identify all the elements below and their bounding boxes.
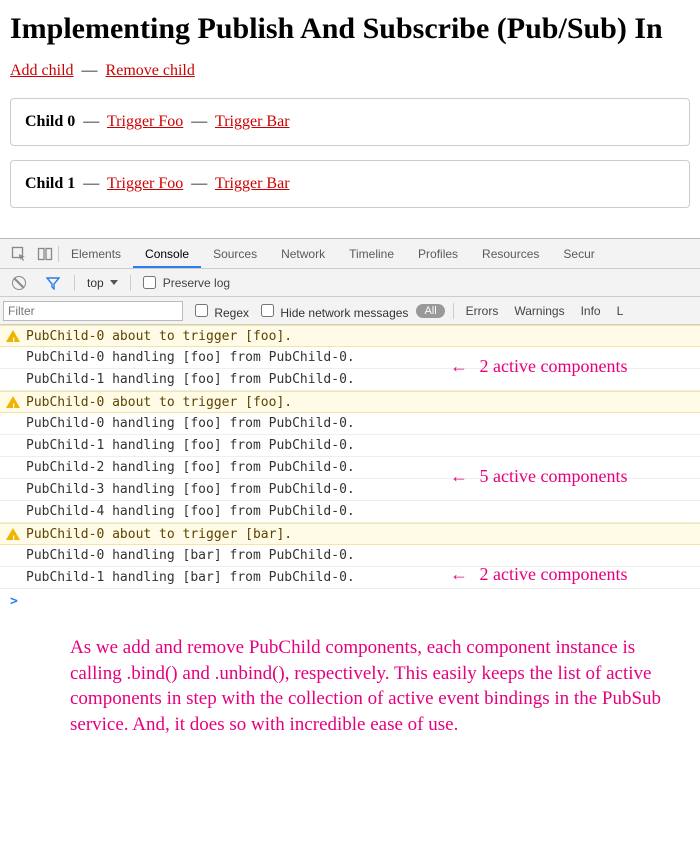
tab-sources[interactable]: Sources (201, 240, 269, 268)
preserve-log-label: Preserve log (163, 276, 230, 290)
divider (453, 303, 454, 319)
regex-checkbox[interactable] (195, 304, 208, 317)
hide-network-toggle[interactable]: Hide network messages (257, 301, 408, 320)
context-selector[interactable]: top (83, 276, 122, 290)
trigger-foo-link[interactable]: Trigger Foo (107, 113, 183, 130)
console-warning-row: PubChild-0 about to trigger [bar]. (0, 523, 700, 545)
console-log-row: PubChild-0 handling [foo] from PubChild-… (0, 413, 700, 435)
remove-child-link[interactable]: Remove child (106, 62, 195, 79)
level-info[interactable]: Info (577, 304, 605, 318)
separator: — (83, 113, 99, 130)
child-box-0: Child 0 — Trigger Foo — Trigger Bar (10, 98, 690, 146)
add-child-link[interactable]: Add child (10, 62, 74, 79)
console-log-row: PubChild-4 handling [foo] from PubChild-… (0, 501, 700, 523)
annotation-text: 2 active components (480, 564, 628, 584)
filter-input[interactable] (3, 301, 183, 321)
console-toolbar: top Preserve log (0, 269, 700, 297)
dock-icon[interactable] (32, 240, 58, 268)
tab-console[interactable]: Console (133, 240, 201, 268)
child-label: Child 0 (25, 113, 75, 130)
separator: — (191, 113, 207, 130)
arrow-left-icon: ← (450, 465, 467, 487)
devtools-panel: Elements Console Sources Network Timelin… (0, 238, 700, 748)
child-label: Child 1 (25, 175, 75, 192)
tab-elements[interactable]: Elements (59, 240, 133, 268)
console-prompt[interactable]: > (0, 589, 700, 621)
console-warning-row: PubChild-0 about to trigger [foo]. (0, 391, 700, 413)
chevron-down-icon (110, 280, 118, 285)
hide-network-label: Hide network messages (280, 306, 408, 320)
preserve-log-toggle[interactable]: Preserve log (139, 273, 230, 292)
tab-network[interactable]: Network (269, 240, 337, 268)
console-filterbar: Regex Hide network messages All Errors W… (0, 297, 700, 325)
tab-resources[interactable]: Resources (470, 240, 551, 268)
divider (130, 275, 131, 291)
tab-timeline[interactable]: Timeline (337, 240, 406, 268)
preserve-log-checkbox[interactable] (143, 276, 156, 289)
console-log-row: PubChild-1 handling [foo] from PubChild-… (0, 435, 700, 457)
annotation-paragraph: As we add and remove PubChild components… (0, 621, 700, 748)
divider (74, 275, 75, 291)
level-logs[interactable]: L (613, 304, 628, 318)
devtools-tabbar: Elements Console Sources Network Timelin… (0, 239, 700, 269)
clear-console-icon[interactable] (6, 269, 32, 297)
level-warnings[interactable]: Warnings (510, 304, 568, 318)
tab-profiles[interactable]: Profiles (406, 240, 470, 268)
annotation-text: 5 active components (480, 466, 628, 486)
regex-toggle[interactable]: Regex (191, 301, 249, 320)
tab-security[interactable]: Secur (551, 240, 606, 268)
annotation-1: ← 2 active components (450, 355, 627, 377)
annotation-2: ← 5 active components (450, 465, 627, 487)
separator: — (82, 62, 98, 79)
regex-label: Regex (214, 306, 249, 320)
hide-network-checkbox[interactable] (261, 304, 274, 317)
annotation-text: 2 active components (480, 356, 628, 376)
console-warning-row: PubChild-0 about to trigger [foo]. (0, 325, 700, 347)
level-all-pill[interactable]: All (416, 304, 444, 318)
arrow-left-icon: ← (450, 355, 467, 377)
inspect-icon[interactable] (6, 240, 32, 268)
page-title: Implementing Publish And Subscribe (Pub/… (10, 12, 690, 46)
context-label: top (87, 276, 104, 290)
annotation-3: ← 2 active components (450, 563, 627, 585)
level-errors[interactable]: Errors (462, 304, 503, 318)
arrow-left-icon: ← (450, 563, 467, 585)
trigger-bar-link[interactable]: Trigger Bar (215, 113, 290, 130)
child-controls: Add child — Remove child (10, 62, 690, 80)
console-output: PubChild-0 about to trigger [foo].PubChi… (0, 325, 700, 621)
trigger-foo-link[interactable]: Trigger Foo (107, 175, 183, 192)
separator: — (83, 175, 99, 192)
separator: — (191, 175, 207, 192)
child-box-1: Child 1 — Trigger Foo — Trigger Bar (10, 160, 690, 208)
filter-icon[interactable] (40, 269, 66, 297)
trigger-bar-link[interactable]: Trigger Bar (215, 175, 290, 192)
